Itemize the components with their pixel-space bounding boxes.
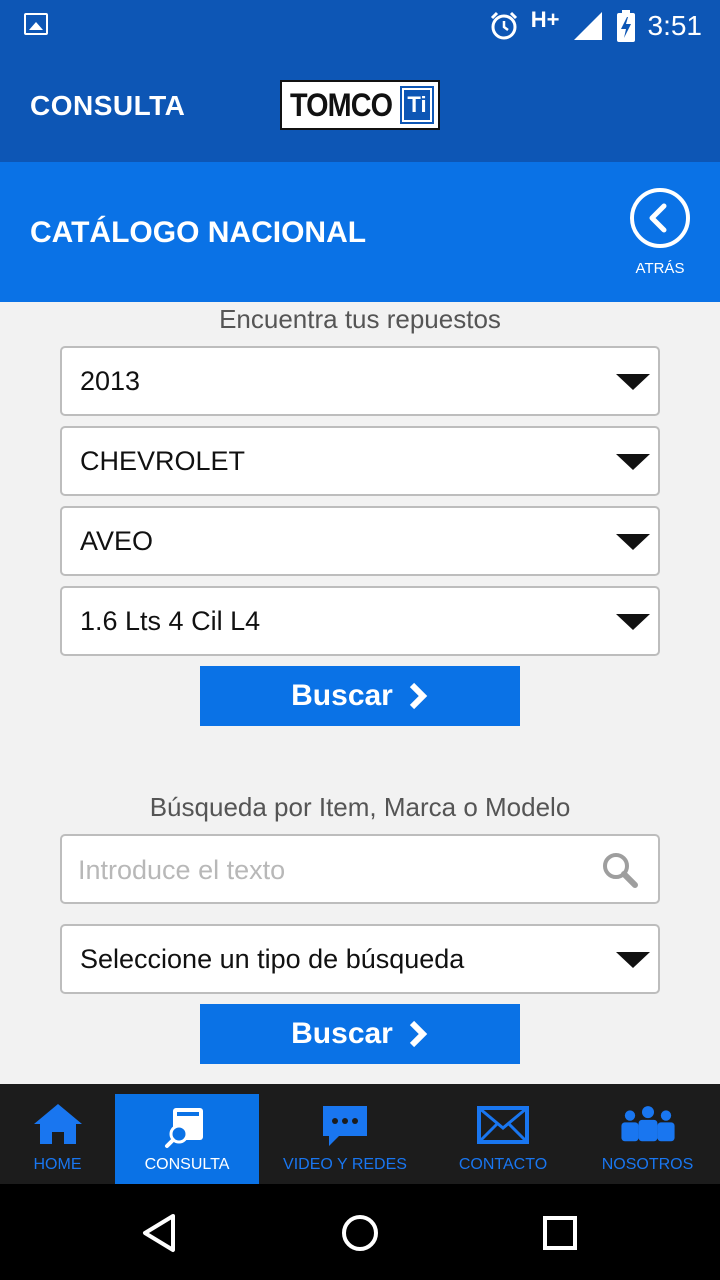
make-value: CHEVROLET xyxy=(80,446,246,476)
model-value: AVEO xyxy=(80,526,154,556)
search-form: Encuentra tus repuestos 2013 CHEVROLET A… xyxy=(0,302,720,1084)
bottom-navigation: HOME CONSULTA VIDEO Y REDES CONTACTO NOS… xyxy=(0,1084,720,1184)
home-icon xyxy=(33,1104,82,1144)
dropdown-arrow-icon xyxy=(616,952,650,968)
section-header: CATÁLOGO NACIONAL ATRÁS xyxy=(0,162,720,302)
back-button[interactable]: ATRÁS xyxy=(626,186,694,282)
logo-badge: Ti xyxy=(400,86,434,124)
search-type-select[interactable]: Seleccione un tipo de búsqueda xyxy=(60,924,660,994)
vehicle-search-caption: Encuentra tus repuestos xyxy=(219,304,501,334)
nav-label: VIDEO Y REDES xyxy=(283,1156,407,1173)
status-icons: H+ 3:51 xyxy=(489,6,702,46)
logo-text: TOMCO xyxy=(290,86,393,123)
nav-contacto[interactable]: CONTACTO xyxy=(431,1094,575,1184)
search-input[interactable] xyxy=(78,850,578,890)
dropdown-arrow-icon xyxy=(616,614,650,630)
chevron-right-icon xyxy=(409,682,428,710)
nav-label: CONTACTO xyxy=(458,1156,548,1173)
search-button-label: Buscar xyxy=(291,679,393,712)
mail-icon xyxy=(477,1106,529,1144)
back-circle-icon xyxy=(630,188,690,248)
page-title: CONSULTA xyxy=(30,90,186,121)
chevron-right-icon xyxy=(409,1020,428,1048)
catalog-search-icon xyxy=(165,1108,203,1148)
app-bar: CONSULTA TOMCO Ti xyxy=(0,50,720,162)
nav-nosotros[interactable]: NOSOTROS xyxy=(575,1094,720,1184)
search-icon xyxy=(603,853,638,888)
text-search-button[interactable]: Buscar xyxy=(200,1004,520,1064)
network-type: H+ xyxy=(530,7,560,32)
section-title: CATÁLOGO NACIONAL xyxy=(30,216,367,249)
nav-video-redes[interactable]: VIDEO Y REDES xyxy=(259,1094,431,1184)
battery-charging-icon xyxy=(616,10,635,42)
search-type-value: Seleccione un tipo de búsqueda xyxy=(80,944,465,974)
tomco-logo: TOMCO Ti xyxy=(280,80,440,130)
dropdown-arrow-icon xyxy=(616,534,650,550)
nav-label: CONSULTA xyxy=(144,1156,230,1173)
engine-value: 1.6 Lts 4 Cil L4 xyxy=(80,606,261,636)
model-select[interactable]: AVEO xyxy=(60,506,660,576)
system-navigation-bar xyxy=(0,1184,720,1280)
people-icon xyxy=(620,1106,675,1142)
clock: 3:51 xyxy=(647,10,703,41)
year-select[interactable]: 2013 xyxy=(60,346,660,416)
nav-home[interactable]: HOME xyxy=(0,1094,115,1184)
search-text-field[interactable] xyxy=(60,834,660,904)
vehicle-search-button[interactable]: Buscar xyxy=(200,666,520,726)
chat-icon xyxy=(323,1106,367,1146)
engine-select[interactable]: 1.6 Lts 4 Cil L4 xyxy=(60,586,660,656)
make-select[interactable]: CHEVROLET xyxy=(60,426,660,496)
search-button-label: Buscar xyxy=(291,1017,393,1050)
status-bar: H+ 3:51 xyxy=(0,0,720,50)
image-notification-icon xyxy=(24,13,48,35)
text-search-caption: Búsqueda por Item, Marca o Modelo xyxy=(149,792,571,822)
back-triangle-icon[interactable] xyxy=(135,1208,185,1258)
dropdown-arrow-icon xyxy=(616,454,650,470)
back-label: ATRÁS xyxy=(635,260,685,277)
nav-consulta[interactable]: CONSULTA xyxy=(115,1094,259,1184)
recents-square-icon[interactable] xyxy=(535,1208,585,1258)
signal-icon xyxy=(573,12,602,40)
year-value: 2013 xyxy=(80,366,141,396)
home-circle-icon[interactable] xyxy=(335,1208,385,1258)
alarm-icon xyxy=(490,11,517,40)
dropdown-arrow-icon xyxy=(616,374,650,390)
nav-label: NOSOTROS xyxy=(601,1156,694,1173)
nav-label: HOME xyxy=(33,1156,82,1173)
